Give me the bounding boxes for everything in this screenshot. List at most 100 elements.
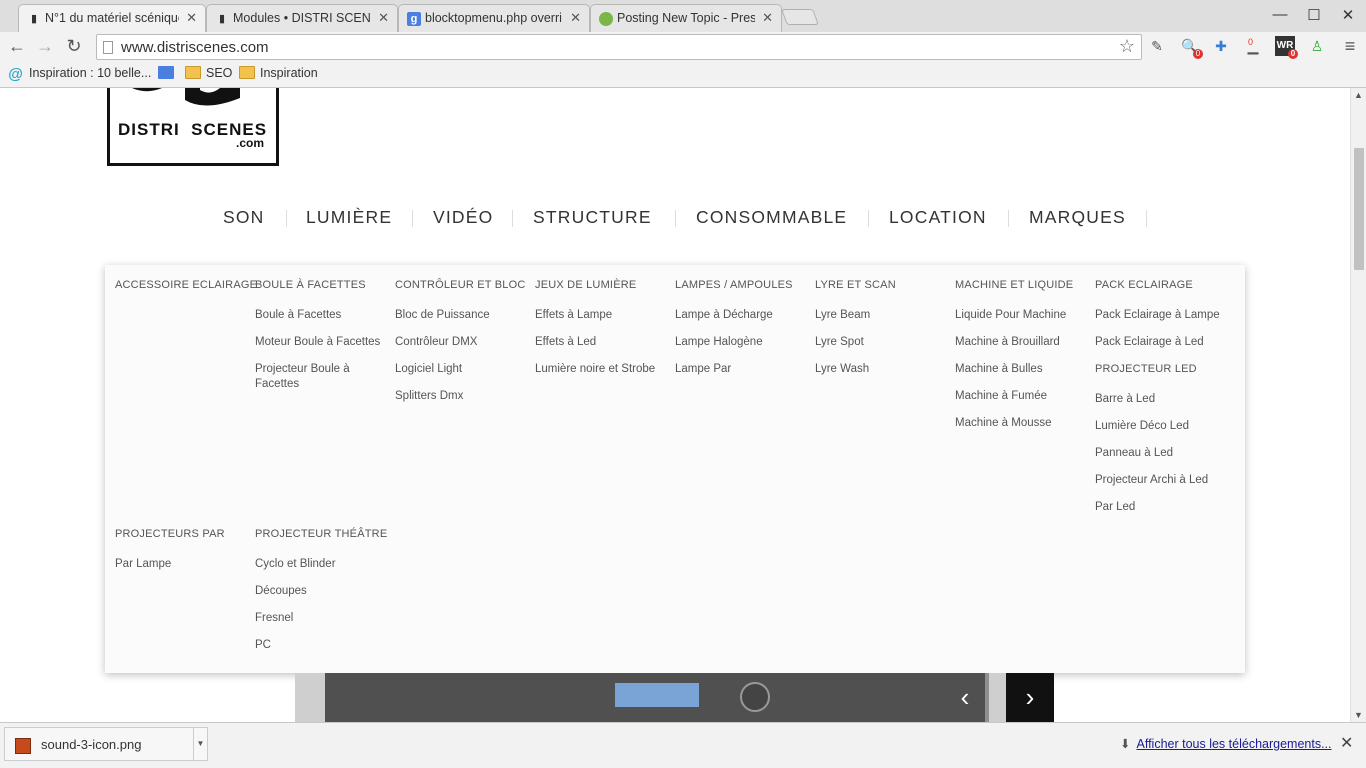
nav-separator — [1146, 210, 1147, 227]
address-bar[interactable]: www.distriscenes.com ☆ — [96, 34, 1142, 60]
menu-item[interactable]: Pack Eclairage à Led — [1095, 335, 1230, 350]
show-all-downloads-link[interactable]: ⬇ Afficher tous les téléchargements... — [1120, 736, 1332, 751]
menu-category[interactable]: CONTRÔLEUR ET BLOC — [395, 278, 530, 292]
bookmark-star-icon[interactable]: ☆ — [1119, 36, 1135, 57]
bookmark-label: Inspiration — [260, 66, 318, 80]
slider-prev-icon[interactable]: ‹ — [941, 673, 989, 722]
back-icon[interactable]: ← — [6, 35, 28, 57]
menu-category[interactable]: BOULE À FACETTES — [255, 278, 390, 292]
scrollbar-thumb[interactable] — [1354, 148, 1364, 270]
window-close-icon[interactable]: ✕ — [1338, 6, 1358, 24]
bookmark-folder-inspiration[interactable]: Inspiration — [239, 66, 318, 80]
tab-blocktopmenu[interactable]: g blocktopmenu.php overri ✕ — [398, 4, 590, 32]
nav-video[interactable]: VIDÉO — [433, 207, 493, 228]
menu-item[interactable]: Bloc de Puissance — [395, 308, 530, 323]
menu-category[interactable]: LAMPES / AMPOULES — [675, 278, 810, 292]
google-icon: g — [407, 12, 421, 26]
menu-item[interactable]: Boule à Facettes — [255, 308, 390, 323]
menu-item[interactable]: Contrôleur DMX — [395, 335, 530, 350]
extension-icon[interactable]: ✎ — [1147, 36, 1167, 56]
nav-consommable[interactable]: CONSOMMABLE — [696, 207, 847, 228]
menu-item[interactable]: Lyre Wash — [815, 362, 950, 377]
user-extension-icon[interactable]: ♙ — [1307, 36, 1327, 56]
counter-extension-icon[interactable]: 0 ▁ — [1243, 36, 1263, 56]
puzzle-icon[interactable]: ✚ — [1211, 36, 1231, 56]
menu-column: CONTRÔLEUR ET BLOC Bloc de Puissance Con… — [395, 278, 530, 416]
nav-structure[interactable]: STRUCTURE — [533, 207, 652, 228]
product-slider: ‹ › — [295, 673, 1054, 722]
menu-item[interactable]: Effets à Lampe — [535, 308, 670, 323]
chevron-down-icon[interactable]: ▼ — [193, 728, 207, 760]
menu-item[interactable]: Fresnel — [255, 611, 390, 626]
menu-item[interactable]: Pack Eclairage à Lampe — [1095, 308, 1230, 323]
menu-item[interactable]: Splitters Dmx — [395, 389, 530, 404]
nav-marques[interactable]: MARQUES — [1029, 207, 1126, 228]
menu-item[interactable]: Par Led — [1095, 500, 1230, 515]
site-logo[interactable]: DISTRI SCENES .com — [107, 88, 279, 166]
menu-category[interactable]: PROJECTEUR LED — [1095, 362, 1230, 376]
close-icon[interactable]: ✕ — [570, 10, 581, 26]
wr-extension-icon[interactable]: WR 0 — [1275, 36, 1298, 59]
menu-category[interactable]: PROJECTEURS PAR — [115, 527, 250, 541]
nav-son[interactable]: SON — [223, 207, 265, 228]
new-tab-button[interactable] — [781, 9, 819, 25]
menu-item[interactable]: Lampe à Décharge — [675, 308, 810, 323]
menu-category[interactable]: LYRE ET SCAN — [815, 278, 950, 292]
close-icon[interactable]: ✕ — [378, 10, 389, 26]
download-arrow-icon: ⬇ — [1120, 737, 1131, 751]
menu-item[interactable]: Panneau à Led — [1095, 446, 1230, 461]
scroll-down-icon[interactable]: ▼ — [1354, 710, 1363, 720]
menu-item[interactable]: Lumière noire et Strobe — [535, 362, 670, 377]
scroll-up-icon[interactable]: ▲ — [1354, 90, 1363, 100]
main-navigation: SON LUMIÈRE VIDÉO STRUCTURE CONSOMMABLE … — [0, 207, 1350, 229]
menu-item[interactable]: Lampe Par — [675, 362, 810, 377]
menu-item[interactable]: Par Lampe — [115, 557, 250, 572]
menu-item[interactable]: Découpes — [255, 584, 390, 599]
seo-magnifier-icon[interactable]: 🔍 0 — [1180, 36, 1203, 59]
forward-icon[interactable]: → — [34, 35, 56, 57]
menu-item[interactable]: Liquide Pour Machine — [955, 308, 1090, 323]
menu-item[interactable]: Lyre Spot — [815, 335, 950, 350]
menu-column: PROJECTEURS PAR Par Lampe — [115, 527, 250, 584]
bookmark-item[interactable]: @ Inspiration : 10 belle... — [8, 66, 151, 83]
inspiration-icon: @ — [8, 66, 23, 83]
menu-column: PROJECTEUR THÉÂTRE Cyclo et Blinder Déco… — [255, 527, 390, 665]
menu-item[interactable]: Moteur Boule à Facettes — [255, 335, 390, 350]
menu-item[interactable]: Barre à Led — [1095, 392, 1230, 407]
menu-item[interactable]: Projecteur Archi à Led — [1095, 473, 1230, 488]
nav-location[interactable]: LOCATION — [889, 207, 987, 228]
close-icon[interactable]: ✕ — [762, 10, 773, 26]
menu-category[interactable]: ACCESSOIRE ECLAIRAGE — [115, 278, 257, 292]
slider-next-icon[interactable]: › — [1006, 673, 1054, 722]
nav-lumiere[interactable]: LUMIÈRE — [306, 207, 392, 228]
tab-posting[interactable]: Posting New Topic - Prest ✕ — [590, 4, 782, 32]
menu-item[interactable]: Machine à Bulles — [955, 362, 1090, 377]
close-icon[interactable]: ✕ — [186, 10, 197, 26]
menu-item[interactable]: Machine à Brouillard — [955, 335, 1090, 350]
reload-icon[interactable]: ↻ — [63, 35, 85, 57]
menu-item[interactable]: Lampe Halogène — [675, 335, 810, 350]
menu-category[interactable]: MACHINE ET LIQUIDE — [955, 278, 1090, 292]
minimize-icon[interactable]: — — [1270, 6, 1290, 23]
menu-item[interactable]: PC — [255, 638, 390, 653]
menu-item[interactable]: Machine à Mousse — [955, 416, 1090, 431]
bookmark-folder-seo[interactable]: SEO — [185, 66, 232, 80]
menu-category[interactable]: PROJECTEUR THÉÂTRE — [255, 527, 390, 541]
menu-category[interactable]: JEUX DE LUMIÈRE — [535, 278, 670, 292]
page-scrollbar[interactable]: ▲ ▼ — [1350, 88, 1366, 722]
bookmark-item[interactable] — [158, 66, 179, 80]
maximize-icon[interactable]: ☐ — [1304, 6, 1324, 24]
menu-item[interactable]: Machine à Fumée — [955, 389, 1090, 404]
menu-category[interactable]: PACK ECLAIRAGE — [1095, 278, 1230, 292]
menu-icon[interactable]: ≡ — [1340, 36, 1360, 56]
tab-modules[interactable]: ▮ Modules • DISTRI SCENES ✕ — [206, 4, 398, 32]
menu-item[interactable]: Lumière Déco Led — [1095, 419, 1230, 434]
menu-item[interactable]: Effets à Led — [535, 335, 670, 350]
close-icon[interactable]: ✕ — [1340, 733, 1353, 753]
menu-item[interactable]: Lyre Beam — [815, 308, 950, 323]
tab-distriscenes[interactable]: ▮ N°1 du matériel scénique ✕ — [18, 4, 206, 32]
download-item[interactable]: sound-3-icon.png ▼ — [4, 727, 208, 761]
menu-item[interactable]: Projecteur Boule à Facettes — [255, 362, 385, 392]
menu-item[interactable]: Logiciel Light — [395, 362, 530, 377]
menu-item[interactable]: Cyclo et Blinder — [255, 557, 390, 572]
